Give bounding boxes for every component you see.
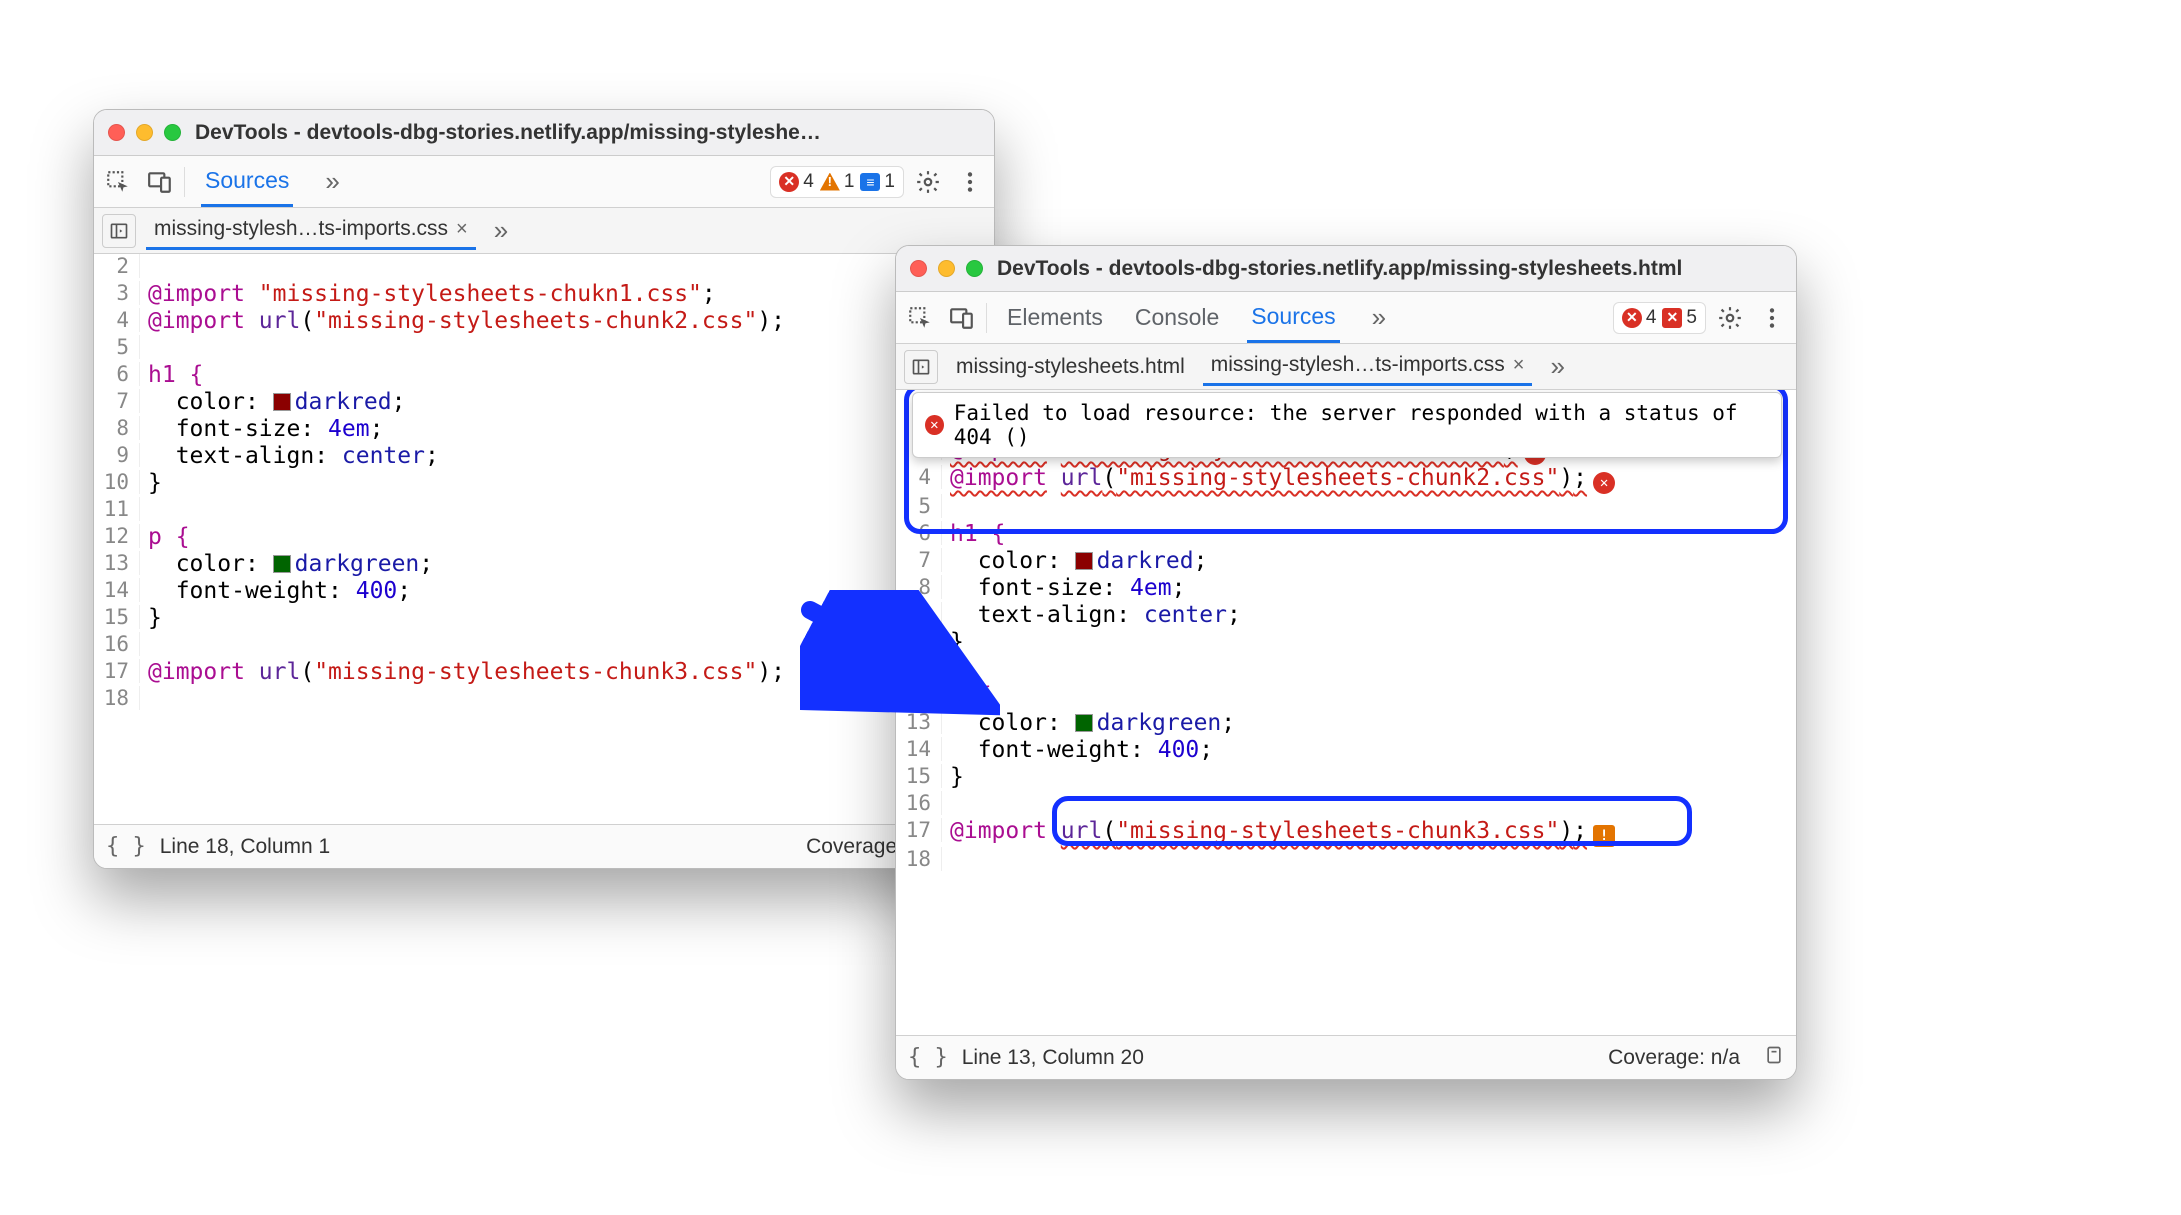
zoom-icon[interactable] (164, 124, 181, 141)
gear-icon[interactable] (1712, 300, 1748, 336)
color-swatch-icon[interactable] (273, 393, 291, 411)
error-icon[interactable]: ✕ (1593, 472, 1615, 494)
close-icon[interactable] (108, 124, 125, 141)
color-swatch-icon[interactable] (1075, 552, 1093, 570)
more-tabs-icon[interactable]: » (1364, 302, 1394, 333)
minimize-icon[interactable] (938, 260, 955, 277)
window-traffic-lights (108, 124, 181, 141)
error-badge[interactable]: ✕4 (1622, 307, 1657, 329)
pin-icon[interactable] (1764, 1045, 1784, 1071)
panel-tabs: Sources » (191, 157, 348, 207)
titlebar[interactable]: DevTools - devtools-dbg-stories.netlify.… (896, 246, 1796, 292)
device-toggle-icon[interactable] (142, 164, 178, 200)
close-tab-icon[interactable]: × (1513, 354, 1525, 377)
code-editor[interactable]: 2 3@import "missing-stylesheets-chukn1.c… (94, 254, 994, 824)
more-file-tabs-icon[interactable]: » (1542, 351, 1572, 382)
devtools-window-left: DevTools - devtools-dbg-stories.netlify.… (93, 109, 995, 869)
arrow-icon (800, 590, 1000, 720)
close-icon[interactable] (910, 260, 927, 277)
status-bar: { } Line 13, Column 20 Coverage: n/a (896, 1035, 1796, 1079)
coverage-status: Coverage: n/a (1608, 1046, 1740, 1070)
code-editor[interactable]: ✕ Failed to load resource: the server re… (896, 390, 1796, 1035)
device-toggle-icon[interactable] (944, 300, 980, 336)
navigator-toggle-icon[interactable] (102, 214, 136, 248)
main-toolbar: Elements Console Sources » ✕4 ✕5 (896, 292, 1796, 344)
window-title: DevTools - devtools-dbg-stories.netlify.… (997, 257, 1682, 281)
window-title: DevTools - devtools-dbg-stories.netlify.… (195, 121, 821, 145)
panel-tabs: Elements Console Sources » (993, 293, 1394, 343)
window-traffic-lights (910, 260, 983, 277)
issue-badges[interactable]: ✕4 !1 ≡1 (770, 166, 904, 198)
status-bar: { } Line 18, Column 1 Coverage: n/a (94, 824, 994, 868)
file-tab-css[interactable]: missing-stylesh…ts-imports.css × (1203, 347, 1533, 386)
file-tabs: missing-stylesheets.html missing-stylesh… (896, 344, 1796, 390)
format-icon[interactable]: { } (908, 1045, 948, 1070)
tab-sources[interactable]: Sources (201, 157, 293, 207)
cursor-position: Line 13, Column 20 (962, 1046, 1144, 1070)
issue-badges[interactable]: ✕4 ✕5 (1613, 302, 1706, 334)
cursor-position: Line 18, Column 1 (160, 835, 330, 859)
color-swatch-icon[interactable] (273, 555, 291, 573)
file-tabs: missing-stylesh…ts-imports.css × » (94, 208, 994, 254)
main-toolbar: Sources » ✕4 !1 ≡1 (94, 156, 994, 208)
error-badge[interactable]: ✕4 (779, 171, 814, 193)
error-tooltip: ✕ Failed to load resource: the server re… (912, 392, 1782, 458)
tab-sources[interactable]: Sources (1247, 293, 1339, 343)
more-file-tabs-icon[interactable]: » (486, 215, 516, 246)
more-tabs-icon[interactable]: » (317, 166, 347, 197)
devtools-window-right: DevTools - devtools-dbg-stories.netlify.… (895, 245, 1797, 1080)
zoom-icon[interactable] (966, 260, 983, 277)
inspect-icon[interactable] (902, 300, 938, 336)
close-tab-icon[interactable]: × (456, 218, 468, 241)
kebab-icon[interactable] (1754, 300, 1790, 336)
navigator-toggle-icon[interactable] (904, 350, 938, 384)
warning-icon[interactable]: ! (1593, 825, 1615, 847)
gear-icon[interactable] (910, 164, 946, 200)
kebab-icon[interactable] (952, 164, 988, 200)
file-tab-active[interactable]: missing-stylesh…ts-imports.css × (146, 211, 476, 250)
tab-elements[interactable]: Elements (1003, 294, 1107, 341)
error-icon: ✕ (925, 415, 944, 435)
blocked-badge[interactable]: ✕5 (1662, 307, 1697, 329)
minimize-icon[interactable] (136, 124, 153, 141)
titlebar[interactable]: DevTools - devtools-dbg-stories.netlify.… (94, 110, 994, 156)
warning-badge[interactable]: !1 (820, 171, 855, 193)
file-tab-html[interactable]: missing-stylesheets.html (948, 349, 1193, 385)
tab-console[interactable]: Console (1131, 294, 1223, 341)
format-icon[interactable]: { } (106, 834, 146, 859)
info-badge[interactable]: ≡1 (860, 171, 895, 193)
color-swatch-icon[interactable] (1075, 714, 1093, 732)
inspect-icon[interactable] (100, 164, 136, 200)
